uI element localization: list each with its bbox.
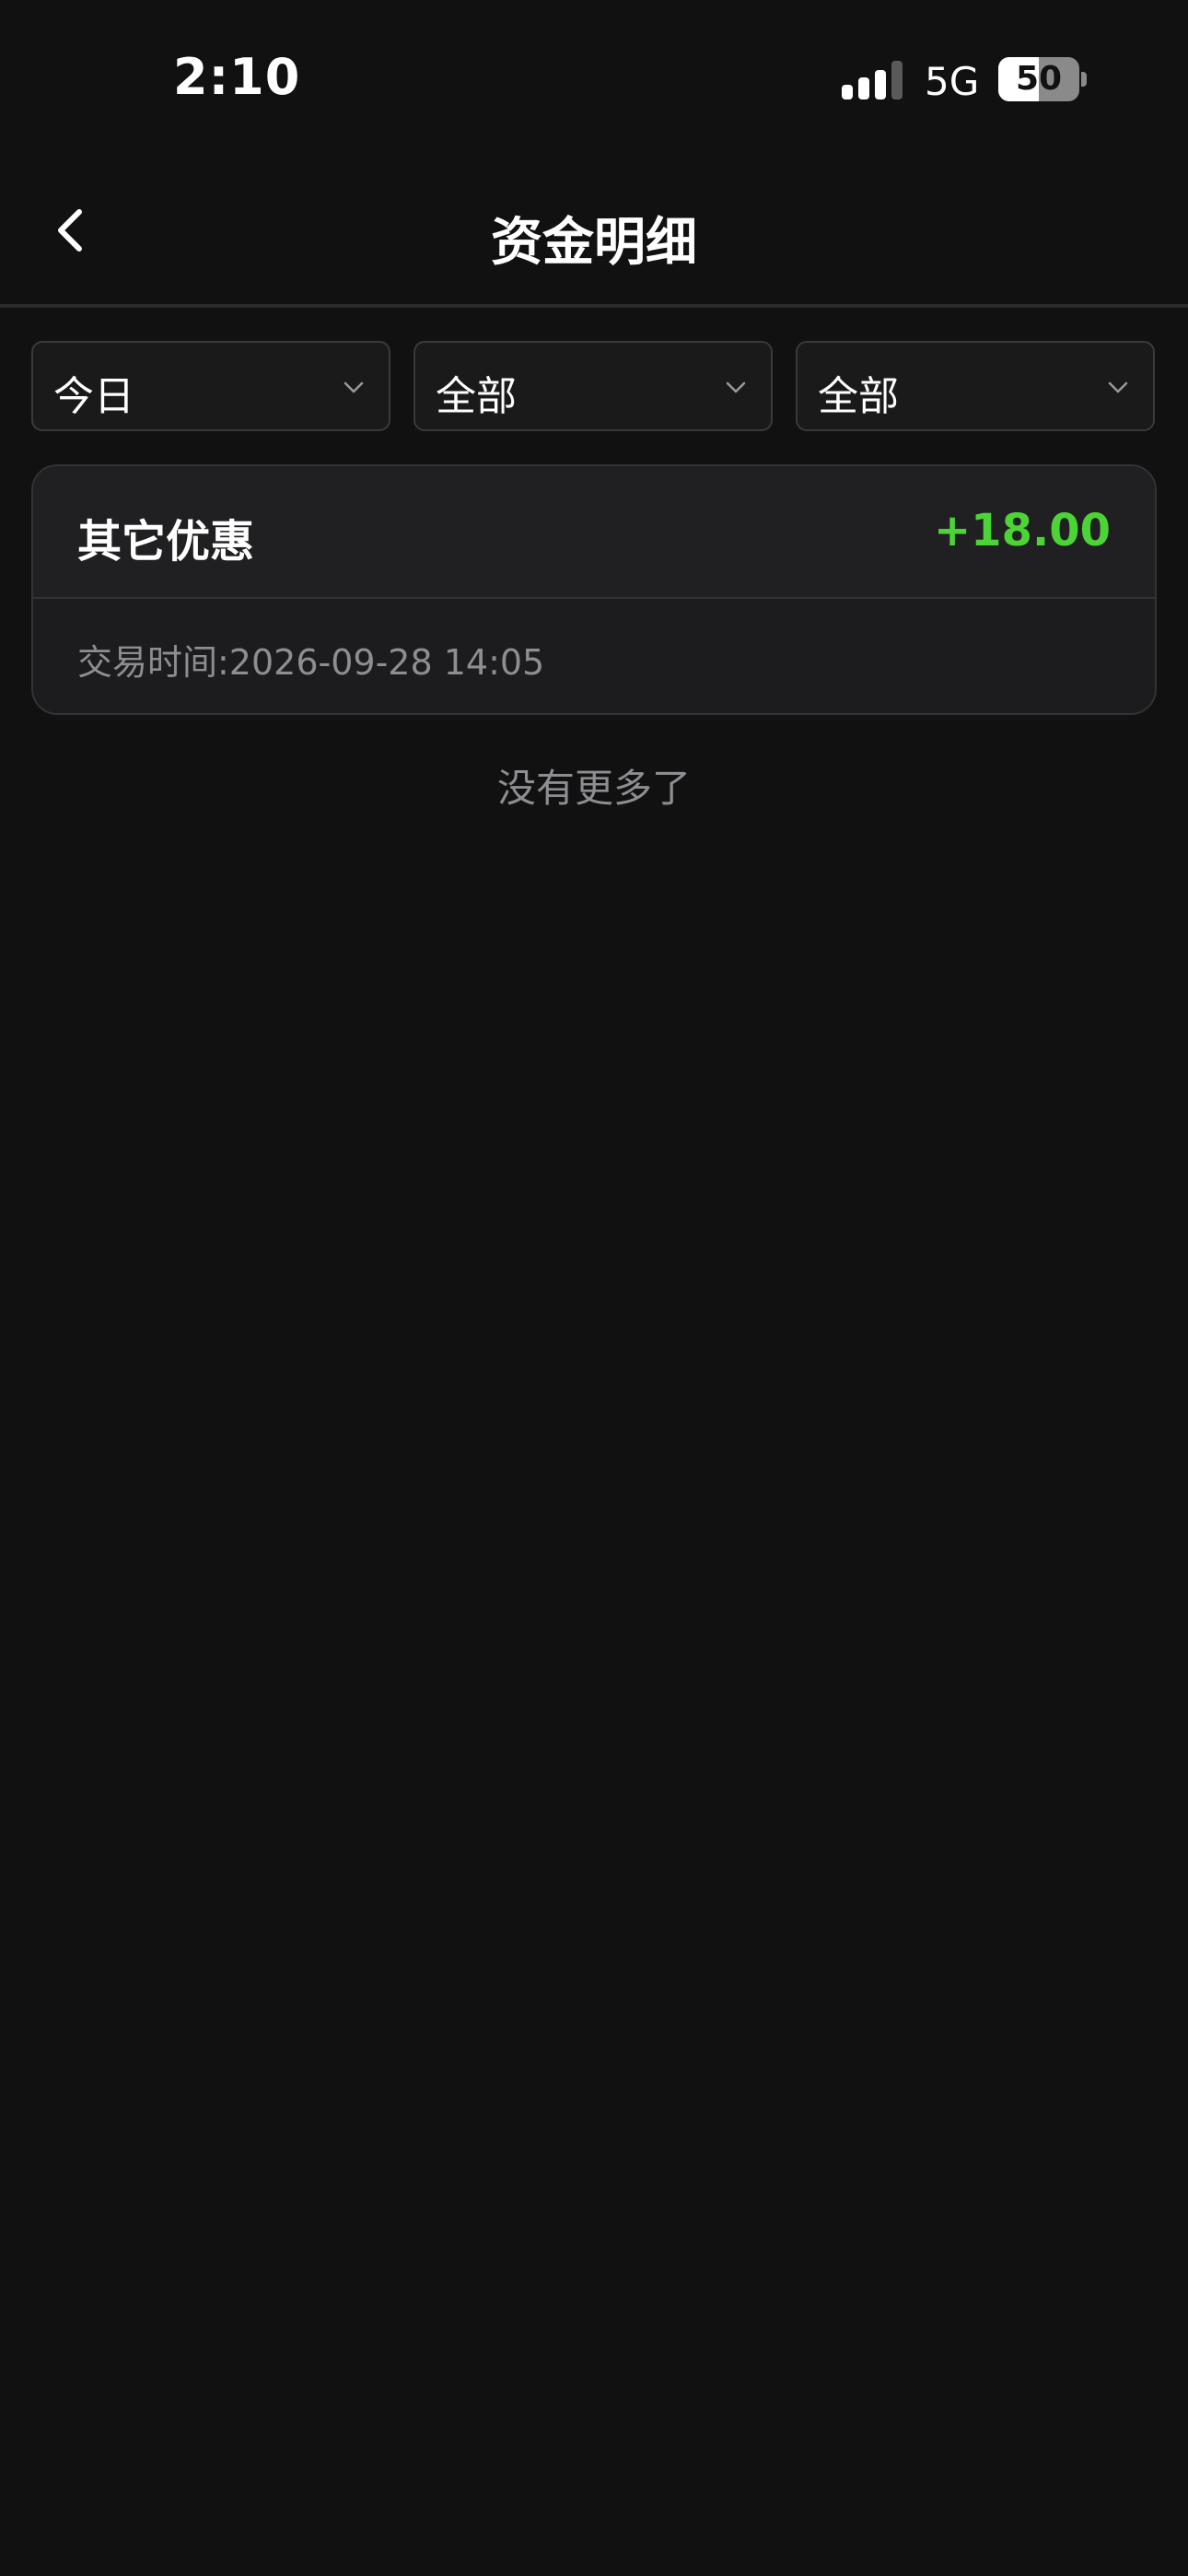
filter-label: 全部 bbox=[436, 373, 517, 420]
page-title: 资金明细 bbox=[491, 213, 697, 273]
filter-label: 今日 bbox=[53, 373, 134, 420]
filter-label: 全部 bbox=[818, 373, 899, 420]
transaction-time: 交易时间:2026-09-28 14:05 bbox=[77, 642, 545, 683]
date-range-filter[interactable]: 今日 bbox=[31, 341, 390, 431]
nav-bar: 资金明细 bbox=[0, 157, 1188, 308]
transaction-title: 其它优惠 bbox=[77, 516, 255, 568]
transaction-header: 其它优惠 +18.00 bbox=[33, 466, 1155, 599]
transaction-card[interactable]: 其它优惠 +18.00 交易时间:2026-09-28 14:05 bbox=[31, 464, 1157, 715]
network-type: 5G bbox=[925, 59, 980, 104]
battery-icon: 50 bbox=[998, 57, 1079, 101]
chevron-down-icon bbox=[344, 381, 364, 393]
status-time: 2:10 bbox=[173, 48, 301, 106]
chevron-down-icon bbox=[1108, 381, 1128, 393]
battery-cap bbox=[1081, 72, 1087, 87]
list-end-text: 没有更多了 bbox=[496, 766, 691, 811]
chevron-down-icon bbox=[726, 381, 746, 393]
status-bar: 2:10 5G 50 bbox=[0, 0, 1188, 157]
category-filter[interactable]: 全部 bbox=[796, 341, 1155, 431]
filter-bar: 今日 全部 全部 bbox=[31, 341, 1157, 431]
type-filter[interactable]: 全部 bbox=[413, 341, 773, 431]
cellular-signal-icon bbox=[842, 61, 903, 100]
battery-level: 50 bbox=[1015, 60, 1063, 98]
transaction-amount: +18.00 bbox=[933, 505, 1111, 556]
